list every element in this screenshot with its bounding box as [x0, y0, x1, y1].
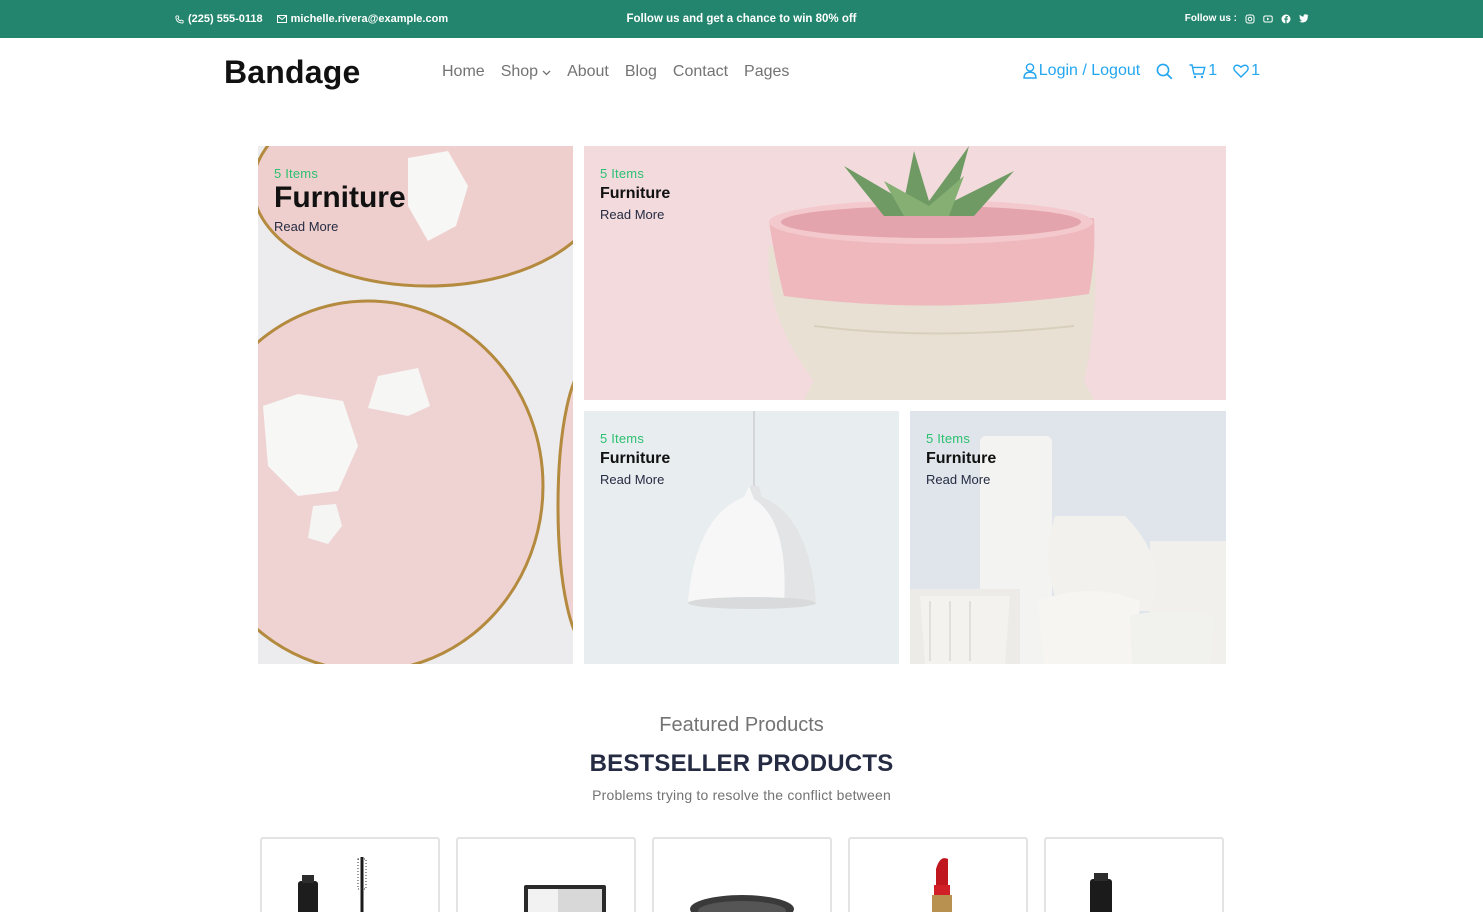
cart-icon	[1189, 63, 1206, 79]
search-button[interactable]	[1156, 63, 1173, 80]
compact-mirror-image	[524, 885, 606, 912]
read-more-link[interactable]: Read More	[274, 219, 406, 234]
wishlist-button[interactable]: 1	[1233, 62, 1260, 80]
nav-actions: Login / Logout 1 1	[1023, 62, 1260, 80]
nav-pages[interactable]: Pages	[744, 63, 789, 81]
lipstick-image	[932, 858, 952, 912]
cart-button[interactable]: 1	[1189, 62, 1217, 80]
card-item-count: 5 Items	[926, 431, 971, 446]
powder-image	[690, 895, 794, 912]
card-text: 5 Items Furniture Read More	[926, 431, 996, 487]
heart-icon	[1233, 64, 1249, 78]
card-text: 5 Items Furniture Read More	[600, 166, 670, 222]
main-navbar: Bandage Home Shop About Blog Contact Pag…	[0, 38, 1483, 108]
top-bar: (225) 555-0118 michelle.rivera@example.c…	[0, 0, 1483, 38]
card-text: 5 Items Furniture Read More	[274, 166, 406, 234]
nav-shop[interactable]: Shop	[501, 63, 551, 81]
nav-about[interactable]: About	[567, 63, 609, 81]
card-title: Furniture	[926, 450, 997, 467]
category-card-vases[interactable]: 5 Items Furniture Read More	[910, 411, 1226, 664]
login-button[interactable]: Login / Logout	[1023, 62, 1140, 80]
card-title: Furniture	[274, 181, 406, 214]
search-icon	[1156, 63, 1173, 80]
read-more-link[interactable]: Read More	[600, 472, 670, 487]
card-title: Furniture	[600, 185, 671, 202]
product-card-compact[interactable]	[456, 837, 636, 912]
nav-shop-label: Shop	[500, 63, 539, 80]
login-label: Login / Logout	[1038, 62, 1141, 79]
card-text: 5 Items Furniture Read More	[600, 431, 670, 487]
featured-subtitle: Featured Products	[659, 714, 824, 736]
product-card-mascara[interactable]	[260, 837, 440, 912]
category-card-succulent[interactable]: 5 Items Furniture Read More	[584, 146, 1226, 400]
card-item-count: 5 Items	[274, 166, 319, 181]
foundation-bottle-image	[1090, 873, 1112, 912]
instagram-icon[interactable]	[1245, 14, 1255, 24]
product-card-lipstick[interactable]	[848, 837, 1028, 912]
card-title: Furniture	[600, 450, 671, 467]
youtube-icon[interactable]	[1263, 14, 1273, 24]
succulent-pot-image	[584, 146, 1226, 400]
category-card-lamp[interactable]: 5 Items Furniture Read More	[584, 411, 899, 664]
read-more-link[interactable]: Read More	[926, 472, 996, 487]
product-card-powder[interactable]	[652, 837, 832, 912]
nav-contact[interactable]: Contact	[673, 63, 728, 81]
nav-links: Home Shop About Blog Contact Pages	[442, 63, 789, 81]
nav-blog[interactable]: Blog	[625, 63, 657, 81]
facebook-icon[interactable]	[1281, 14, 1291, 24]
twitter-icon[interactable]	[1299, 14, 1309, 23]
product-card-foundation[interactable]	[1044, 837, 1224, 912]
featured-section: Featured Products BESTSELLER PRODUCTS Pr…	[0, 714, 1483, 803]
card-item-count: 5 Items	[600, 166, 645, 181]
cart-count: 1	[1208, 62, 1218, 79]
featured-description: Problems trying to resolve the conflict …	[592, 787, 891, 803]
follow-label: Follow us :	[1184, 13, 1237, 24]
chevron-down-icon	[542, 63, 551, 81]
user-icon	[1023, 63, 1037, 79]
read-more-link[interactable]: Read More	[600, 207, 670, 222]
mascara-image	[298, 857, 367, 912]
product-list	[260, 837, 1224, 912]
category-card-plates[interactable]: 5 Items Furniture Read More	[258, 146, 573, 664]
wishlist-count: 1	[1251, 62, 1260, 79]
brand-logo[interactable]: Bandage	[224, 54, 361, 91]
featured-title: BESTSELLER PRODUCTS	[589, 750, 894, 777]
card-item-count: 5 Items	[600, 431, 645, 446]
social-links: Follow us :	[1185, 13, 1309, 24]
nav-home[interactable]: Home	[442, 63, 485, 81]
